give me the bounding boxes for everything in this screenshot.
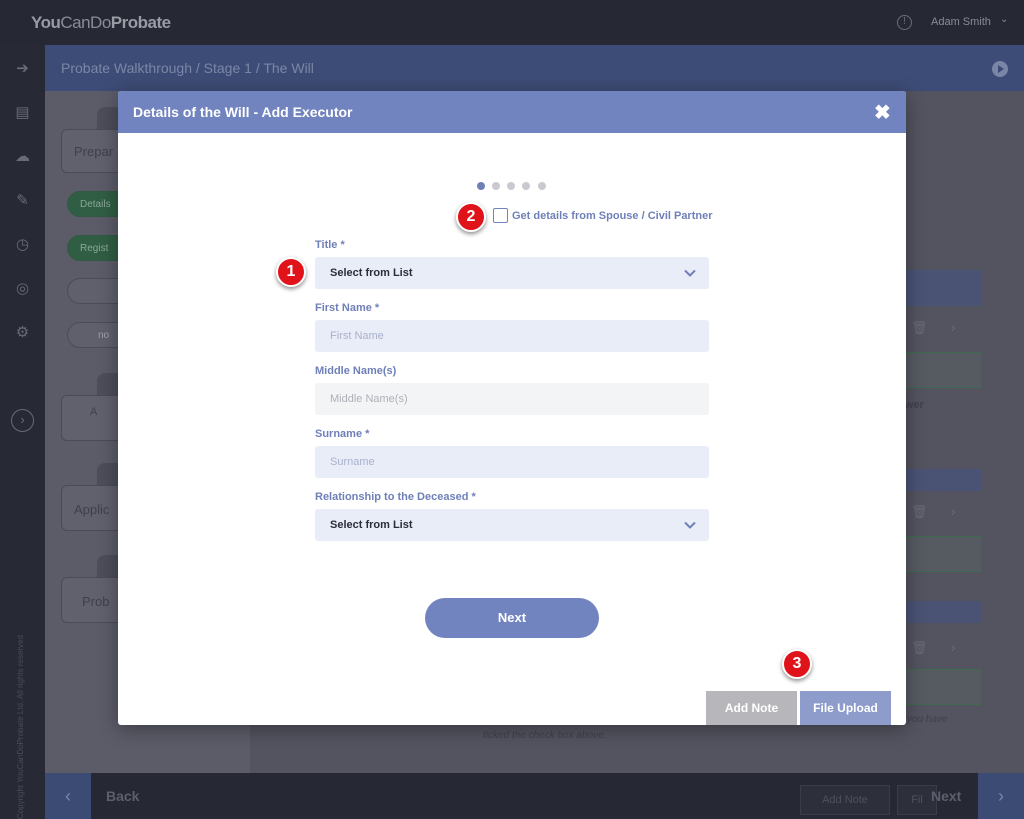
surname-input[interactable] — [315, 446, 709, 478]
app-logo[interactable]: YouCanDoProbate — [31, 13, 171, 33]
lifebuoy-icon[interactable]: ◎ — [13, 279, 32, 298]
modal-header: Details of the Will - Add Executor ✖ — [118, 91, 906, 133]
relationship-label: Relationship to the Deceased * — [315, 491, 476, 503]
title-label: Title * — [315, 239, 345, 251]
add-note-button[interactable]: Add Note — [706, 691, 797, 725]
settings-icon[interactable]: ⚙ — [13, 323, 32, 342]
back-label[interactable]: Back — [106, 788, 139, 804]
chevron-right-icon[interactable]: › — [951, 640, 955, 655]
expand-sidebar-icon[interactable]: › — [11, 409, 34, 432]
section-header — [901, 270, 981, 306]
spouse-checkbox-label[interactable]: Get details from Spouse / Civil Partner — [512, 210, 713, 222]
section-header — [901, 469, 981, 491]
section-header — [901, 601, 981, 623]
annotation-marker-2: 2 — [456, 202, 486, 232]
section-row — [901, 669, 981, 705]
arrow-right-icon[interactable]: ➔ — [13, 59, 32, 78]
next-label[interactable]: Next — [931, 788, 961, 804]
chevron-right-icon[interactable]: › — [951, 504, 955, 519]
spouse-checkbox[interactable] — [493, 208, 508, 223]
next-arrow-button[interactable]: › — [978, 773, 1024, 819]
surname-label: Surname * — [315, 428, 370, 440]
back-arrow-button[interactable]: ‹ — [45, 773, 91, 819]
help-icon[interactable]: ! — [897, 15, 912, 30]
step-dot[interactable] — [492, 182, 500, 190]
hint-text: ticked the check box above. — [483, 730, 607, 741]
modal-title: Details of the Will - Add Executor — [133, 104, 353, 120]
document-icon[interactable]: ▤ — [13, 103, 32, 122]
chevron-down-icon — [684, 269, 696, 277]
title-select[interactable]: Select from List — [315, 257, 709, 289]
user-name[interactable]: Adam Smith — [931, 16, 991, 28]
top-bar: YouCanDoProbate ! Adam Smith ⌄ — [0, 0, 1024, 45]
breadcrumb: Probate Walkthrough / Stage 1 / The Will — [61, 60, 314, 76]
trash-icon[interactable]: 🗑 — [911, 640, 928, 656]
trash-icon[interactable]: 🗑 — [911, 320, 928, 336]
upload-cloud-icon[interactable]: ☁ — [13, 147, 32, 166]
relationship-select[interactable]: Select from List — [315, 509, 709, 541]
add-executor-modal: Details of the Will - Add Executor ✖ Get… — [118, 91, 906, 725]
play-icon[interactable] — [992, 61, 1008, 77]
clock-icon[interactable]: ◷ — [13, 235, 32, 254]
annotation-marker-1: 1 — [276, 257, 306, 287]
trash-icon[interactable]: 🗑 — [911, 504, 928, 520]
copyright-text: © Copyright YouCanDoProbate Ltd. All rig… — [16, 635, 25, 819]
first-name-input[interactable] — [315, 320, 709, 352]
title-select-value: Select from List — [330, 267, 413, 279]
step-dot[interactable] — [507, 182, 515, 190]
middle-name-label: Middle Name(s) — [315, 365, 397, 377]
chevron-down-icon[interactable]: ⌄ — [1000, 14, 1008, 25]
chevron-right-icon[interactable]: › — [951, 320, 955, 335]
annotation-marker-3: 3 — [782, 649, 812, 679]
row-text: wer — [905, 399, 924, 411]
sidebar: ➔ ▤ ☁ ✎ ◷ ◎ ⚙ › © Copyright YouCanDoProb… — [0, 45, 45, 819]
middle-name-input[interactable] — [315, 383, 709, 415]
step-dot-active[interactable] — [477, 182, 485, 190]
footer-bar: ‹ Back Add Note Fil Next › — [45, 773, 1024, 819]
file-upload-button[interactable]: File Upload — [800, 691, 891, 725]
step-dot[interactable] — [538, 182, 546, 190]
chevron-down-icon — [684, 521, 696, 529]
close-icon[interactable]: ✖ — [874, 100, 891, 125]
section-row — [901, 352, 981, 388]
breadcrumb-bar: Probate Walkthrough / Stage 1 / The Will — [45, 45, 1024, 91]
relationship-select-value: Select from List — [330, 519, 413, 531]
footer-add-note-button[interactable]: Add Note — [800, 785, 890, 815]
section-row — [901, 536, 981, 572]
step-dot[interactable] — [522, 182, 530, 190]
next-button[interactable]: Next — [425, 598, 599, 638]
hint-text: you have — [907, 714, 948, 725]
first-name-label: First Name * — [315, 302, 380, 314]
pencil-icon[interactable]: ✎ — [13, 191, 32, 210]
